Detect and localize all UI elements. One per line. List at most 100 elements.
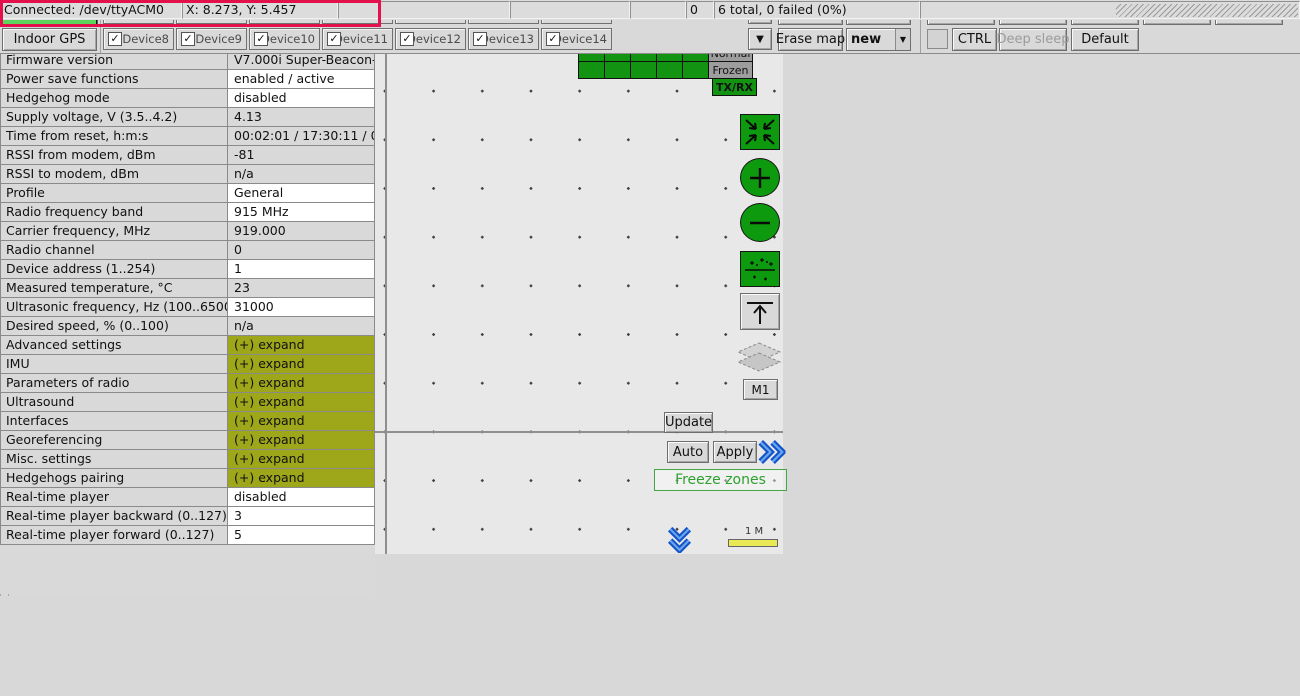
auto-button[interactable]: Auto [667, 441, 709, 463]
device-checkbox[interactable]: ✓ [546, 32, 560, 46]
parameter-label[interactable]: Real-time player forward (0..127) [0, 525, 228, 545]
parameter-value[interactable]: enabled / active [228, 69, 375, 89]
tx-frozen-label[interactable]: Frozen [708, 61, 753, 79]
device-toggle[interactable]: ✓ Device13 [468, 28, 539, 50]
device-toggle[interactable]: ✓ Device10 [249, 28, 320, 50]
parameter-label[interactable]: Misc. settings [0, 449, 228, 469]
parameter-value[interactable]: -81 [228, 145, 375, 165]
erase-map-button[interactable]: Erase map [778, 28, 843, 51]
parameter-label[interactable]: IMU [0, 354, 228, 374]
parameter-label[interactable]: Interfaces [0, 411, 228, 431]
tx-cell[interactable] [578, 61, 605, 79]
zoom-out-button[interactable] [740, 203, 780, 242]
parameter-value[interactable]: (+) expand [228, 468, 375, 488]
device-toggle[interactable]: ✓ Device11 [322, 28, 393, 50]
parameter-label[interactable]: Georeferencing [0, 430, 228, 450]
parameter-row: Real-time player forward (0..127) 5 [0, 525, 375, 545]
parameter-label[interactable]: Desired speed, % (0..100) [0, 316, 228, 336]
scroll-devices-down-button[interactable]: ▼ [748, 28, 772, 50]
device-checkbox[interactable]: ✓ [254, 32, 268, 46]
device-checkbox[interactable]: ✓ [327, 32, 341, 46]
parameter-value[interactable]: n/a [228, 316, 375, 336]
parameter-value[interactable]: 00:02:01 / 17:30:11 / 0 [228, 126, 375, 146]
indoor-gps-tab[interactable]: Indoor GPS [2, 28, 97, 51]
device-toggle[interactable]: ✓ Device9 [176, 28, 247, 50]
tx-cell[interactable] [630, 61, 657, 79]
tx-cell[interactable] [604, 61, 631, 79]
tx-cell[interactable] [656, 61, 683, 79]
parameter-label[interactable]: RSSI from modem, dBm [0, 145, 228, 165]
parameter-label[interactable]: Hedgehog mode [0, 88, 228, 108]
parameter-value[interactable]: 0 [228, 240, 375, 260]
device-checkbox[interactable]: ✓ [181, 32, 195, 46]
chevron-down-collapse-icon[interactable] [666, 526, 693, 553]
parameter-row: Profile General [0, 183, 375, 203]
update-button[interactable]: Update [664, 412, 713, 433]
fit-to-screen-button[interactable] [740, 114, 780, 150]
parameter-label[interactable]: Time from reset, h:m:s [0, 126, 228, 146]
status-cell [920, 1, 1300, 19]
parameter-label[interactable]: Real-time player [0, 487, 228, 507]
parameter-value[interactable]: 3 [228, 506, 375, 526]
device-checkbox[interactable]: ✓ [400, 32, 414, 46]
parameter-value[interactable]: 915 MHz [228, 202, 375, 222]
device-toggle[interactable]: ✓ Device12 [395, 28, 466, 50]
parameter-row: RSSI from modem, dBm -81 [0, 145, 375, 165]
zoom-in-button[interactable] [740, 158, 780, 197]
chevron-right-expand-icon[interactable] [758, 439, 786, 466]
device-toggle[interactable]: ✓ Device14 [541, 28, 612, 50]
parameter-value[interactable]: 31000 [228, 297, 375, 317]
parameter-value[interactable]: General [228, 183, 375, 203]
parameter-row: Carrier frequency, MHz 919.000 [0, 221, 375, 241]
parameter-value[interactable]: (+) expand [228, 449, 375, 469]
parameter-label[interactable]: Radio frequency band [0, 202, 228, 222]
default-button[interactable]: Default [1071, 28, 1139, 51]
device-checkbox[interactable]: ✓ [108, 32, 122, 46]
parameter-value[interactable]: disabled [228, 88, 375, 108]
device-toggle[interactable]: ✓ Device8 [103, 28, 174, 50]
tx-rx-button[interactable]: TX/RX [712, 78, 757, 96]
ctrl-checkbox[interactable] [927, 29, 948, 49]
parameter-value[interactable]: (+) expand [228, 354, 375, 374]
parameter-value[interactable]: 919.000 [228, 221, 375, 241]
parameter-value[interactable]: (+) expand [228, 392, 375, 412]
parameter-label[interactable]: Measured temperature, °C [0, 278, 228, 298]
parameter-label[interactable]: Ultrasonic frequency, Hz (100..65000) [0, 297, 228, 317]
device-checkbox[interactable]: ✓ [473, 32, 487, 46]
status-cell: Connected: /dev/ttyACM0 [0, 1, 182, 19]
dots-display-button[interactable] [740, 251, 780, 287]
parameter-label[interactable]: Radio channel [0, 240, 228, 260]
parameter-label[interactable]: Hedgehogs pairing [0, 468, 228, 488]
parameter-label[interactable]: Real-time player backward (0..127) [0, 506, 228, 526]
parameter-label[interactable]: Supply voltage, V (3.5..4.2) [0, 107, 228, 127]
parameter-value[interactable]: (+) expand [228, 430, 375, 450]
parameter-value[interactable]: disabled [228, 487, 375, 507]
parameter-label[interactable]: Power save functions [0, 69, 228, 89]
parameter-label[interactable]: RSSI to modem, dBm [0, 164, 228, 184]
parameter-value[interactable]: (+) expand [228, 373, 375, 393]
layers-icon[interactable] [735, 341, 783, 379]
map-name-select[interactable]: new ▼ [846, 28, 911, 51]
parameter-value[interactable]: n/a [228, 164, 375, 184]
parameter-value[interactable]: 5 [228, 525, 375, 545]
parameter-value[interactable]: (+) expand [228, 411, 375, 431]
parameter-value[interactable]: (+) expand [228, 335, 375, 355]
parameter-value[interactable]: 4.13 [228, 107, 375, 127]
parameter-row: Radio frequency band 915 MHz [0, 202, 375, 222]
parameter-label[interactable]: Advanced settings [0, 335, 228, 355]
parameter-label[interactable]: Parameters of radio [0, 373, 228, 393]
m1-button[interactable]: M1 [743, 379, 778, 400]
parameter-label[interactable]: Device address (1..254) [0, 259, 228, 279]
apply-button[interactable]: Apply [713, 441, 757, 463]
parameter-label[interactable]: Carrier frequency, MHz [0, 221, 228, 241]
parameter-value[interactable]: 1 [228, 259, 375, 279]
tx-frozen-cells [579, 62, 709, 79]
freeze-zones-button[interactable]: Freeze zones [654, 469, 787, 491]
tx-cell[interactable] [682, 61, 709, 79]
ctrl-button[interactable]: CTRL [952, 28, 997, 51]
parameter-label[interactable]: Ultrasound [0, 392, 228, 412]
parameter-value[interactable]: 23 [228, 278, 375, 298]
parameter-label[interactable]: Profile [0, 183, 228, 203]
deep-sleep-button[interactable]: Deep sleep [999, 28, 1067, 51]
upload-map-button[interactable] [740, 293, 780, 330]
